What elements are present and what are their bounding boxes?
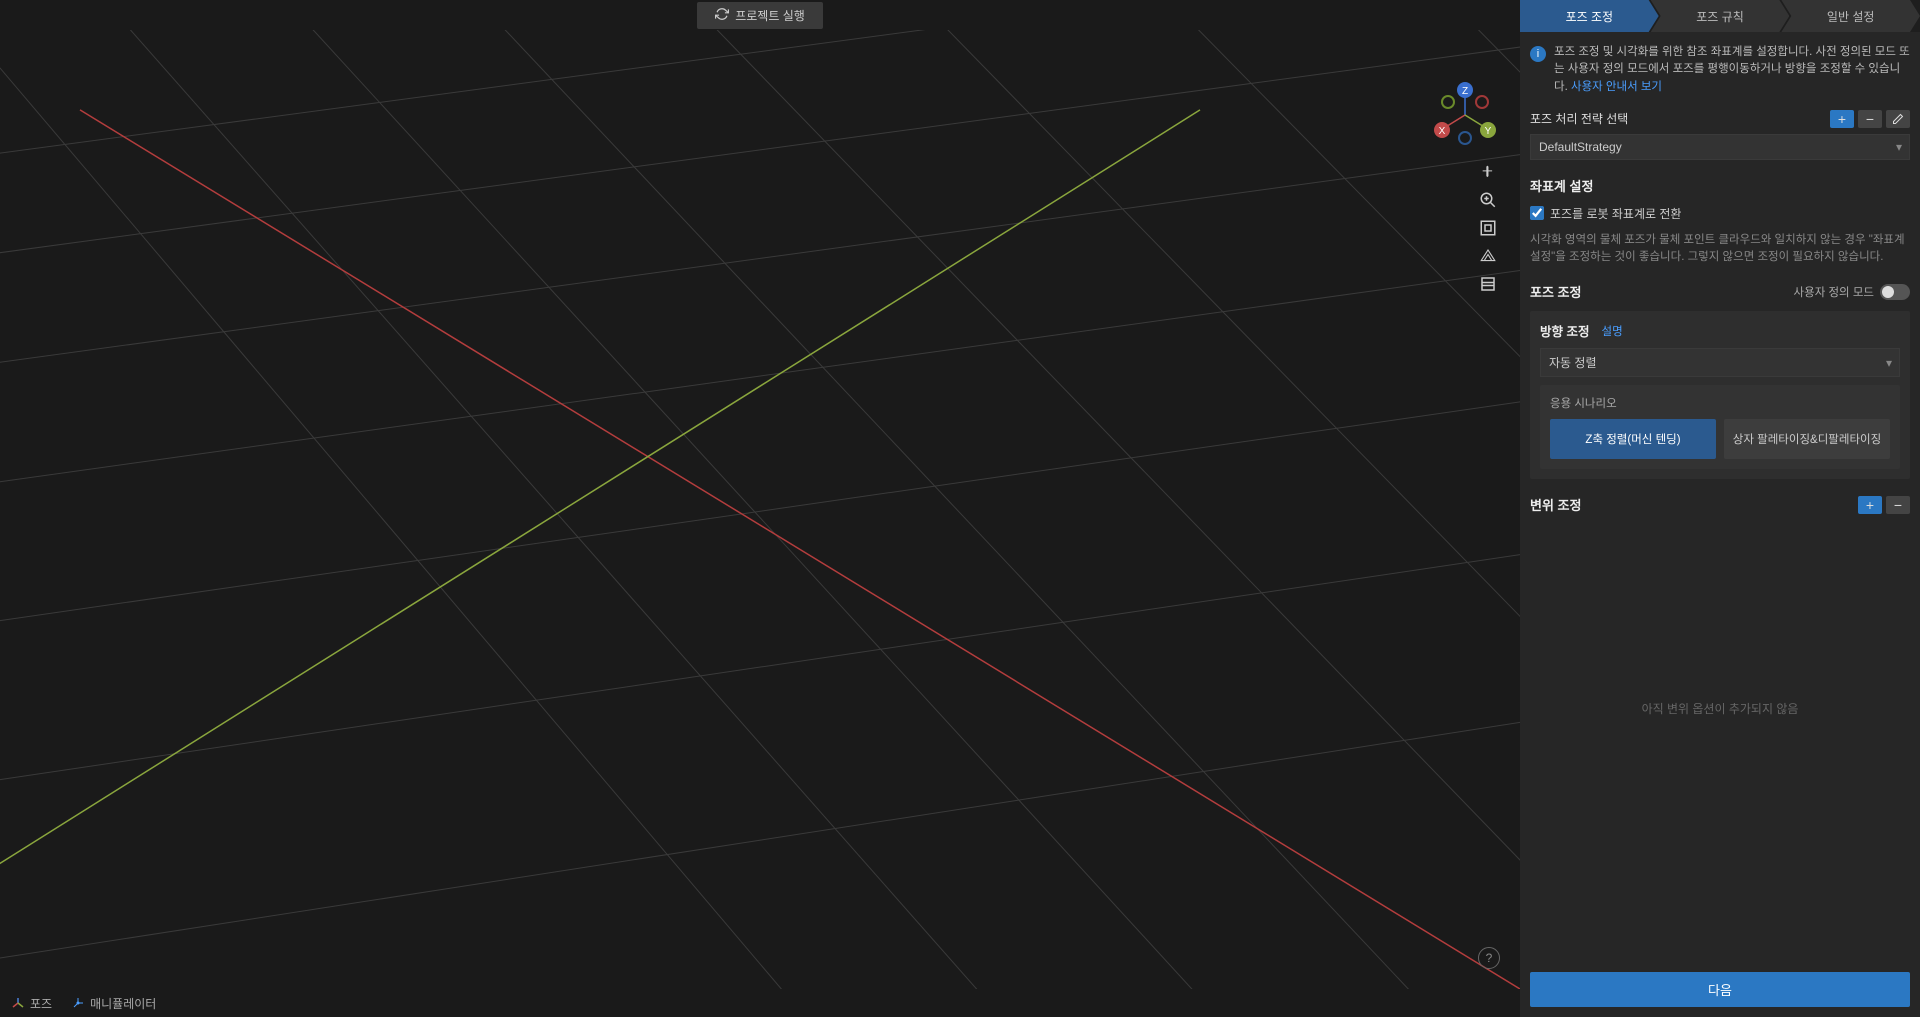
info-box: i 포즈 조정 및 시각화를 위한 참조 좌표계를 설정합니다. 사전 정의된 … [1530, 40, 1910, 104]
pose-adjust-heading: 포즈 조정 [1530, 282, 1581, 301]
coord-heading: 좌표계 설정 [1530, 168, 1910, 199]
grid-plane [0, 30, 1520, 989]
manipulator-icon [72, 997, 84, 1009]
axis-y-line [0, 110, 1200, 989]
sidebar-tabs: 포즈 조정 포즈 규칙 일반 설정 [1520, 0, 1920, 32]
translation-empty-state: 아직 변위 옵션이 추가되지 않음 [1530, 520, 1910, 897]
tab-pose-rules[interactable]: 포즈 규칙 [1651, 0, 1790, 32]
list-icon[interactable] [1476, 272, 1500, 296]
add-translation-button[interactable]: + [1858, 496, 1882, 514]
top-bar: 프로젝트 실행 [0, 0, 1520, 30]
svg-text:Z: Z [1462, 86, 1468, 97]
scenario-label: 응용 시나리오 [1550, 395, 1890, 411]
pan-tool-icon[interactable] [1476, 160, 1500, 184]
bottom-status-bar: 포즈 매니퓰레이터 [0, 989, 1520, 1017]
axis-x-line [80, 110, 1520, 989]
custom-mode-label: 사용자 정의 모드 [1794, 284, 1874, 300]
orientation-select[interactable]: 자동 정렬 [1540, 348, 1900, 377]
refresh-icon [715, 7, 729, 24]
svg-text:X: X [1439, 126, 1446, 137]
scenario-box: 응용 시나리오 Z축 정렬(머신 텐딩) 상자 팔레타이징&디팔레타이징 [1540, 385, 1900, 469]
zoom-tool-icon[interactable] [1476, 188, 1500, 212]
add-strategy-button[interactable]: + [1830, 110, 1854, 128]
perspective-icon[interactable] [1476, 244, 1500, 268]
scenario-palletizing-button[interactable]: 상자 팔레타이징&디팔레타이징 [1724, 419, 1890, 459]
remove-translation-button[interactable]: − [1886, 496, 1910, 514]
viewport-3d[interactable]: Z X Y [0, 30, 1520, 989]
mini-axes-icon [12, 997, 24, 1009]
main-area: 프로젝트 실행 [0, 0, 1520, 1017]
right-sidebar: 포즈 조정 포즈 규칙 일반 설정 i 포즈 조정 및 시각화를 위한 참조 좌… [1520, 0, 1920, 1017]
fit-view-icon[interactable] [1476, 216, 1500, 240]
pose-toggle[interactable]: 포즈 [12, 995, 52, 1012]
scenario-z-align-button[interactable]: Z축 정렬(머신 텐딩) [1550, 419, 1716, 459]
manipulator-toggle[interactable]: 매니퓰레이터 [72, 995, 156, 1012]
custom-mode-toggle[interactable] [1880, 284, 1910, 300]
strategy-select[interactable]: DefaultStrategy [1530, 134, 1910, 160]
orientation-heading: 방향 조정 [1540, 321, 1589, 340]
run-project-button[interactable]: 프로젝트 실행 [697, 2, 823, 29]
coord-help-text: 시각화 영역의 물체 포즈가 물체 포인트 클라우드와 일치하지 않는 경우 "… [1530, 228, 1910, 275]
axis-gizmo[interactable]: Z X Y [1430, 80, 1500, 150]
viewport-toolbar [1476, 160, 1500, 296]
help-icon[interactable]: ? [1478, 947, 1500, 969]
run-label: 프로젝트 실행 [735, 7, 805, 24]
svg-text:Y: Y [1485, 126, 1492, 137]
user-guide-link[interactable]: 사용자 안내서 보기 [1571, 81, 1662, 93]
tab-pose-adjustment[interactable]: 포즈 조정 [1520, 0, 1659, 32]
tab-general-settings[interactable]: 일반 설정 [1781, 0, 1920, 32]
strategy-title: 포즈 처리 전략 선택 [1530, 110, 1628, 127]
orientation-subpanel: 방향 조정 설명 자동 정렬 응용 시나리오 Z축 정렬(머신 텐딩) 상자 팔… [1530, 311, 1910, 479]
robot-coord-checkbox[interactable]: 포즈를 로봇 좌표계로 전환 [1530, 199, 1910, 228]
next-button[interactable]: 다음 [1530, 972, 1910, 1007]
panel-body: i 포즈 조정 및 시각화를 위한 참조 좌표계를 설정합니다. 사전 정의된 … [1520, 32, 1920, 964]
remove-strategy-button[interactable]: − [1858, 110, 1882, 128]
orientation-desc-link[interactable]: 설명 [1601, 323, 1622, 339]
edit-strategy-button[interactable] [1886, 110, 1910, 128]
info-icon: i [1530, 46, 1546, 62]
translation-heading: 변위 조정 [1530, 495, 1581, 514]
